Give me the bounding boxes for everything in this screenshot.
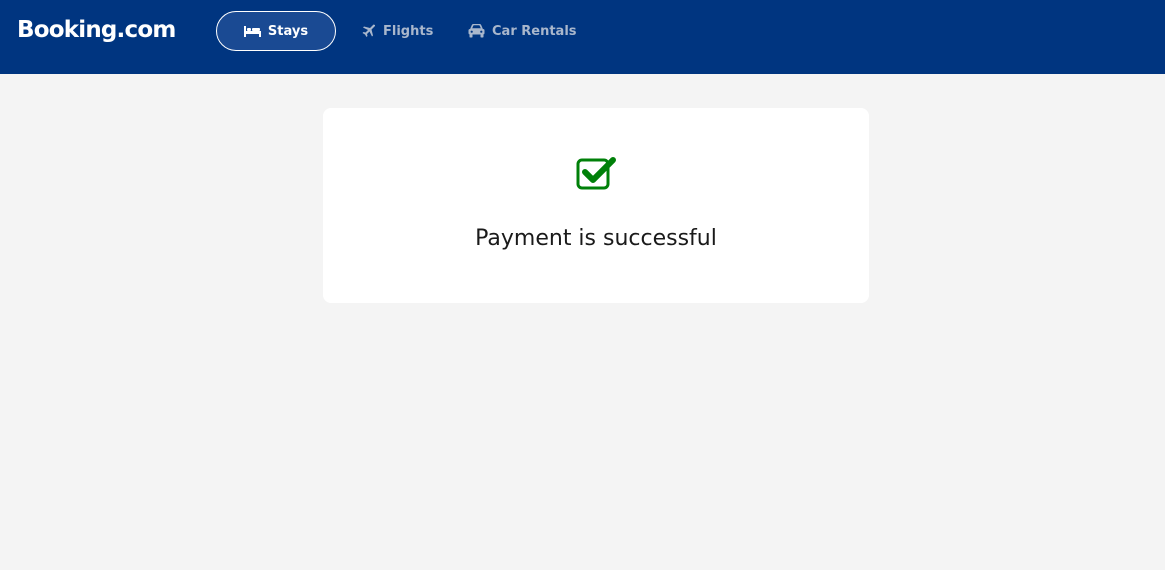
payment-status-card (323, 108, 869, 303)
bed-icon (243, 25, 261, 37)
tab-flights[interactable]: Flights (362, 11, 433, 51)
car-icon (468, 24, 485, 38)
tab-stays-label: Stays (267, 23, 309, 39)
booking-logo[interactable]: Booking.com (17, 14, 176, 46)
tab-flights-label: Flights (383, 23, 434, 39)
airplane-icon (362, 24, 376, 38)
check-square-icon (576, 155, 618, 191)
tab-car-rentals-label: Car Rentals (492, 23, 577, 39)
payment-success-message: Payment is successful (475, 226, 717, 251)
tab-car-rentals[interactable]: Car Rentals (468, 11, 577, 51)
tab-stays[interactable]: Stays (216, 11, 336, 51)
top-navigation-bar: Booking.com Stays Flights Car Rentals (0, 0, 1165, 74)
